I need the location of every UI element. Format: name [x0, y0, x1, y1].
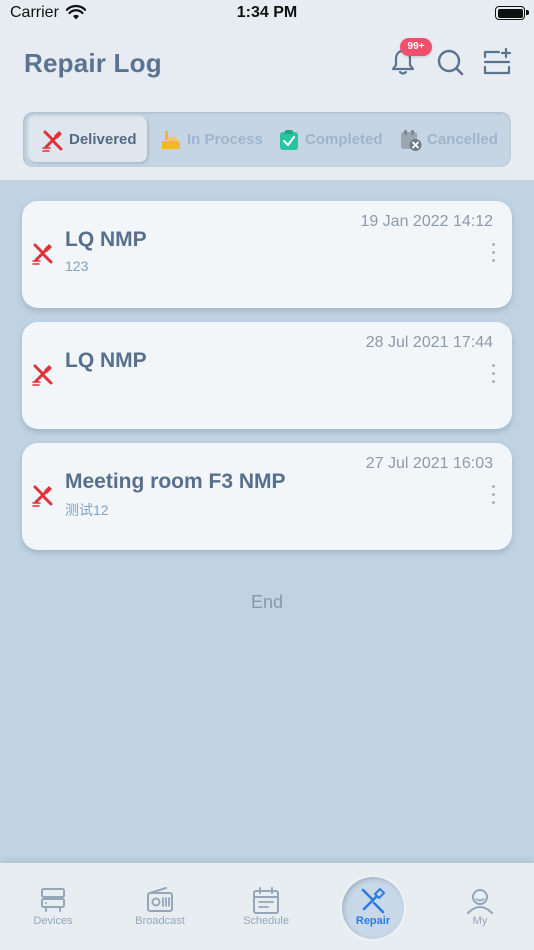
repair-tools-icon: [32, 485, 53, 507]
devices-icon: [41, 888, 65, 912]
battery-icon: [495, 6, 529, 20]
tab-label: In Process: [187, 131, 263, 148]
repair-record-card[interactable]: 19 Jan 2022 14:12 LQ NMP 123: [22, 201, 512, 308]
more-options-icon[interactable]: [486, 364, 500, 388]
clock: 1:34 PM: [236, 4, 298, 21]
bottom-nav: Devices Broadcast Schedule Repair My: [0, 863, 534, 950]
record-title: LQ NMP: [65, 228, 147, 251]
tab-label: Delivered: [69, 131, 137, 148]
repair-record-card[interactable]: 28 Jul 2021 17:44 LQ NMP: [22, 322, 512, 429]
tab-completed[interactable]: Completed: [277, 117, 383, 162]
schedule-icon: [253, 887, 279, 914]
tab-label: Completed: [305, 131, 383, 148]
notification-badge: 99+: [400, 38, 432, 56]
record-title: LQ NMP: [65, 349, 147, 372]
nav-label: Devices: [33, 915, 73, 927]
record-title: Meeting room F3 NMP: [65, 470, 286, 493]
search-icon[interactable]: [434, 46, 466, 78]
page-title: Repair Log: [24, 48, 162, 78]
list-end-label: End: [250, 592, 284, 612]
nav-my[interactable]: My: [427, 863, 533, 950]
tab-in-process[interactable]: In Process: [159, 117, 263, 162]
scan-add-icon[interactable]: [481, 46, 513, 78]
broadcast-icon: [147, 887, 173, 912]
tab-cancelled[interactable]: Cancelled: [399, 117, 498, 162]
record-timestamp: 28 Jul 2021 17:44: [365, 334, 493, 351]
repair-list: 19 Jan 2022 14:12 LQ NMP 123 28 Jul 2021…: [0, 180, 534, 863]
more-options-icon[interactable]: [486, 243, 500, 267]
more-options-icon[interactable]: [486, 485, 500, 509]
status-tabs: Delivered In Process Completed Cancelled: [23, 112, 511, 167]
record-subtitle: 测试12: [65, 502, 109, 518]
nav-label: Broadcast: [135, 915, 185, 927]
repair-tools-icon: [42, 130, 63, 152]
nav-label: Schedule: [243, 915, 289, 927]
repair-record-card[interactable]: 27 Jul 2021 16:03 Meeting room F3 NMP 测试…: [22, 443, 512, 550]
tab-label: Cancelled: [427, 131, 498, 148]
record-timestamp: 27 Jul 2021 16:03: [365, 455, 493, 472]
clipboard-check-icon: [280, 129, 298, 150]
record-timestamp: 19 Jan 2022 14:12: [360, 213, 493, 230]
record-subtitle: 123: [65, 258, 89, 274]
status-bar: Carrier 1:34 PM: [0, 0, 534, 30]
repair-icon: [361, 888, 385, 914]
hand-icon: [162, 130, 180, 149]
nav-broadcast[interactable]: Broadcast: [107, 863, 213, 950]
tab-delivered[interactable]: Delivered: [29, 117, 147, 162]
nav-label: My: [472, 915, 488, 927]
nav-repair[interactable]: Repair: [320, 863, 426, 950]
user-icon: [467, 889, 493, 914]
repair-tools-icon: [32, 243, 53, 265]
calendar-cancel-icon: [401, 129, 422, 151]
nav-devices[interactable]: Devices: [0, 863, 106, 950]
nav-schedule[interactable]: Schedule: [213, 863, 319, 950]
nav-label: Repair: [355, 915, 391, 927]
repair-tools-icon: [32, 364, 53, 386]
